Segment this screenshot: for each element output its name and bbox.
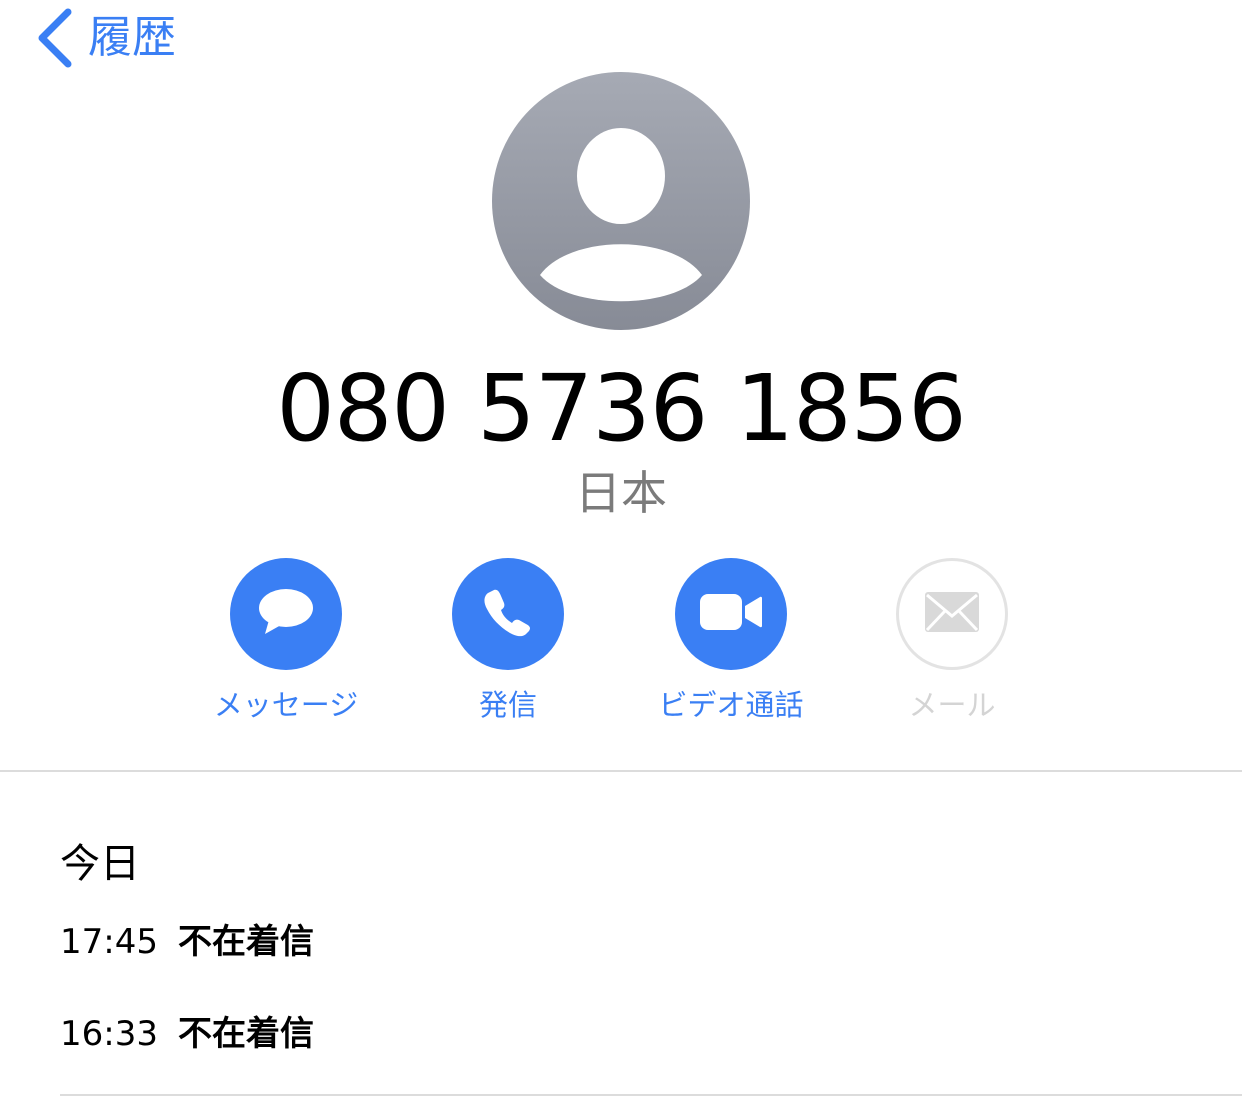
mail-envelope-icon xyxy=(923,590,981,638)
video-call-button-circle[interactable] xyxy=(675,558,787,670)
back-button[interactable]: 履歴 xyxy=(34,6,176,70)
history-section-title: 今日 xyxy=(60,841,140,887)
mail-label: メール xyxy=(908,688,996,722)
message-label: メッセージ xyxy=(213,688,359,722)
call-type: 不在着信 xyxy=(178,922,314,962)
history-divider xyxy=(60,1094,1242,1096)
person-silhouette-icon xyxy=(492,72,750,330)
video-camera-icon xyxy=(698,591,764,637)
message-button-circle[interactable] xyxy=(230,558,342,670)
video-call-button[interactable]: ビデオ通話 xyxy=(631,558,831,723)
phone-icon xyxy=(480,584,536,644)
call-button[interactable]: 発信 xyxy=(408,558,608,723)
call-history-row: 16:33 不在着信 xyxy=(60,1014,314,1055)
call-history-row: 17:45 不在着信 xyxy=(60,922,314,963)
call-type: 不在着信 xyxy=(178,1014,314,1054)
call-label: 発信 xyxy=(478,688,537,722)
mail-button[interactable]: メール xyxy=(852,558,1052,723)
contact-avatar xyxy=(492,72,750,330)
chevron-left-icon xyxy=(34,6,74,70)
call-time: 17:45 xyxy=(60,922,158,962)
back-label: 履歴 xyxy=(88,12,176,63)
call-time: 16:33 xyxy=(60,1014,158,1054)
message-button[interactable]: メッセージ xyxy=(186,558,386,723)
mail-button-circle[interactable] xyxy=(896,558,1008,670)
phone-number: 080 5736 1856 xyxy=(276,355,966,462)
country-label: 日本 xyxy=(575,466,667,520)
message-bubble-icon xyxy=(255,586,317,642)
video-call-label: ビデオ通話 xyxy=(658,688,804,722)
action-bar: メッセージ 発信 ビデオ通話 メール xyxy=(0,558,1242,728)
call-button-circle[interactable] xyxy=(452,558,564,670)
section-divider xyxy=(0,770,1242,772)
